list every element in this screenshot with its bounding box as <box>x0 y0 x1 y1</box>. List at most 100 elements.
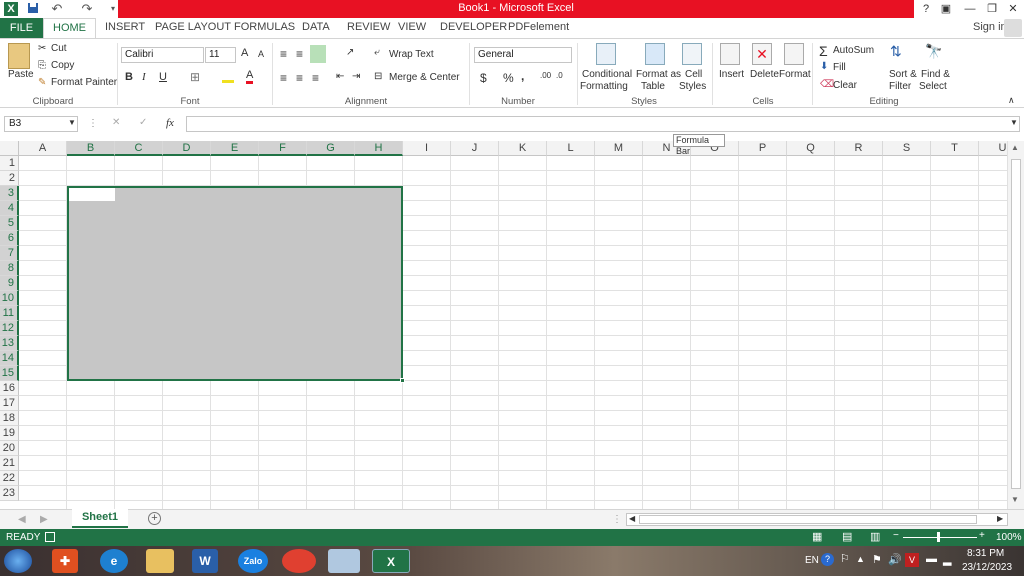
signal-tray-icon[interactable]: ▂ <box>943 553 951 566</box>
row-header[interactable]: 9 <box>0 276 19 291</box>
delete-cells-icon[interactable]: ✕ <box>752 43 772 65</box>
vertical-scroll-thumb[interactable] <box>1011 159 1021 489</box>
cut-icon[interactable]: ✂ <box>38 43 46 54</box>
word-icon[interactable]: W <box>192 549 218 573</box>
antivirus-tray-icon[interactable]: V <box>905 553 919 567</box>
fill-handle[interactable] <box>400 378 405 383</box>
font-name-select[interactable]: Calibri <box>121 47 204 63</box>
prev-sheet-icon[interactable]: ◀ <box>18 514 26 525</box>
row-header[interactable]: 6 <box>0 231 19 246</box>
cut-button[interactable]: Cut <box>51 43 67 54</box>
enter-entry-button[interactable]: ✓ <box>139 117 147 128</box>
row-header[interactable]: 13 <box>0 336 19 351</box>
row-header[interactable]: 15 <box>0 366 19 381</box>
insert-button[interactable]: Insert <box>719 69 744 80</box>
conditional-formatting-label-1[interactable]: Conditional <box>582 69 632 80</box>
fill-color-icon[interactable] <box>222 71 234 83</box>
column-header[interactable]: G <box>307 141 355 156</box>
page-break-view-icon[interactable]: ▥ <box>870 530 880 543</box>
row-header[interactable]: 18 <box>0 411 19 426</box>
page-layout-view-icon[interactable]: ▤ <box>842 530 852 543</box>
merge-center-icon[interactable]: ⊟ <box>374 71 382 82</box>
formula-input[interactable] <box>186 116 1020 132</box>
row-header[interactable]: 14 <box>0 351 19 366</box>
clock-date[interactable]: 23/12/2023 <box>962 562 1012 573</box>
column-header[interactable]: S <box>883 141 931 156</box>
zoom-slider-thumb[interactable] <box>937 532 940 542</box>
conditional-formatting-label-2[interactable]: Formatting <box>580 81 628 92</box>
align-left-icon[interactable]: ≡ <box>280 71 287 85</box>
vertical-scrollbar[interactable]: ▲ ▼ <box>1007 141 1024 509</box>
wrap-text-icon[interactable]: ⤶ <box>374 47 380 58</box>
show-hidden-icons-icon[interactable]: ▲ <box>856 554 865 564</box>
row-header[interactable]: 17 <box>0 396 19 411</box>
scroll-left-icon[interactable]: ◀ <box>629 514 635 523</box>
tab-view[interactable]: VIEW <box>398 21 426 33</box>
chrome-icon[interactable] <box>282 549 316 573</box>
macro-recording-icon[interactable] <box>45 532 55 542</box>
cell-styles-label-2[interactable]: Styles <box>679 81 706 92</box>
column-header[interactable]: H <box>355 141 403 156</box>
scroll-up-icon[interactable]: ▲ <box>1011 143 1019 152</box>
column-header[interactable]: C <box>115 141 163 156</box>
active-cell[interactable] <box>69 188 115 201</box>
format-as-table-label-1[interactable]: Format as <box>636 69 681 80</box>
row-header[interactable]: 2 <box>0 171 19 186</box>
find-select-label-1[interactable]: Find & <box>921 69 950 80</box>
align-right-icon[interactable]: ≡ <box>312 71 319 85</box>
number-format-select[interactable]: General <box>474 47 572 63</box>
increase-indent-icon[interactable]: ⇥ <box>352 71 360 82</box>
row-header[interactable]: 10 <box>0 291 19 306</box>
column-header[interactable]: I <box>403 141 451 156</box>
wrap-text-button[interactable]: Wrap Text <box>389 49 434 60</box>
selection-range[interactable] <box>67 186 403 381</box>
maximize-button[interactable]: ❐ <box>984 1 1000 17</box>
format-painter-button[interactable]: Format Painter <box>51 77 117 88</box>
tab-review[interactable]: REVIEW <box>347 21 390 33</box>
borders-icon[interactable]: ⊞ <box>190 70 200 84</box>
select-all-corner[interactable] <box>0 141 19 156</box>
format-as-table-icon[interactable] <box>645 43 665 65</box>
currency-button[interactable]: $ <box>480 71 487 85</box>
normal-view-icon[interactable]: ▦ <box>812 530 822 543</box>
copy-button[interactable]: Copy <box>51 60 74 71</box>
paint-icon[interactable] <box>328 549 360 573</box>
fill-button[interactable]: Fill <box>833 62 846 73</box>
format-as-table-label-2[interactable]: Table <box>641 81 665 92</box>
ribbon-display-options-button[interactable]: ▣ <box>938 1 954 17</box>
save-icon[interactable] <box>26 2 40 16</box>
tab-insert[interactable]: INSERT <box>105 21 145 33</box>
delete-button[interactable]: Delete <box>750 69 779 80</box>
column-header[interactable]: M <box>595 141 643 156</box>
horizontal-scroll-thumb[interactable] <box>639 515 977 524</box>
row-header[interactable]: 16 <box>0 381 19 396</box>
bottom-align-icon[interactable] <box>310 45 326 63</box>
help-button[interactable]: ? <box>918 1 934 17</box>
italic-button[interactable]: I <box>142 71 146 83</box>
horizontal-scrollbar[interactable]: ◀ ▶ <box>626 513 1008 526</box>
increase-decimal-button[interactable]: .00 <box>540 71 551 80</box>
row-header[interactable]: 12 <box>0 321 19 336</box>
autosum-icon[interactable]: Σ <box>819 43 828 59</box>
row-header[interactable]: 19 <box>0 426 19 441</box>
scroll-right-icon[interactable]: ▶ <box>997 514 1003 523</box>
find-select-icon[interactable]: 🔭 <box>925 43 942 60</box>
column-header[interactable]: K <box>499 141 547 156</box>
row-header[interactable]: 11 <box>0 306 19 321</box>
internet-explorer-icon[interactable]: e <box>100 549 128 573</box>
bold-button[interactable]: B <box>125 71 133 83</box>
clock-time[interactable]: 8:31 PM <box>967 548 1004 559</box>
format-cells-icon[interactable] <box>784 43 804 65</box>
font-size-select[interactable]: 11 <box>205 47 236 63</box>
column-header[interactable]: B <box>67 141 115 156</box>
row-header[interactable]: 4 <box>0 201 19 216</box>
sort-filter-icon[interactable]: ⇅ <box>890 43 902 60</box>
conditional-formatting-icon[interactable] <box>596 43 616 65</box>
column-header[interactable]: D <box>163 141 211 156</box>
monitor-tray-icon[interactable]: ▬ <box>926 553 937 565</box>
shrink-font-button[interactable]: A <box>258 49 264 59</box>
fill-icon[interactable]: ⬇ <box>820 61 828 72</box>
cell-styles-label-1[interactable]: Cell <box>685 69 702 80</box>
column-header[interactable]: L <box>547 141 595 156</box>
column-header[interactable]: P <box>739 141 787 156</box>
